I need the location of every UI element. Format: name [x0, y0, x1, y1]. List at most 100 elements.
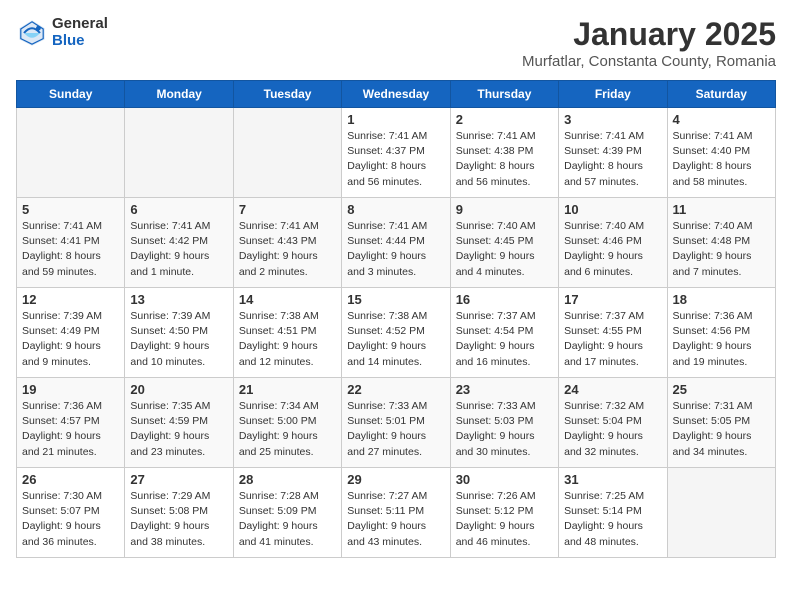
day-info: Sunrise: 7:29 AM Sunset: 5:08 PM Dayligh… [130, 489, 227, 550]
day-info: Sunrise: 7:35 AM Sunset: 4:59 PM Dayligh… [130, 399, 227, 460]
day-info: Sunrise: 7:41 AM Sunset: 4:41 PM Dayligh… [22, 219, 119, 280]
day-number: 29 [347, 472, 444, 487]
week-row-4: 19Sunrise: 7:36 AM Sunset: 4:57 PM Dayli… [17, 378, 776, 468]
calendar-cell: 7 Sunrise: 7:41 AM Sunset: 4:43 PM Daylig… [233, 198, 341, 288]
calendar-cell: 25Sunrise: 7:31 AM Sunset: 5:05 PM Dayli… [667, 378, 775, 468]
calendar-cell: 21Sunrise: 7:34 AM Sunset: 5:00 PM Dayli… [233, 378, 341, 468]
day-info: Sunrise: 7:28 AM Sunset: 5:09 PM Dayligh… [239, 489, 336, 550]
calendar-cell [233, 108, 341, 198]
logo-general: General [52, 16, 108, 33]
calendar-cell: 29 Sunrise: 7:27 AM Sunset: 5:11 PM Dayli… [342, 468, 450, 558]
day-number: 28 [239, 472, 336, 487]
day-number: 10 [564, 202, 661, 217]
calendar-cell: 28 Sunrise: 7:28 AM Sunset: 5:09 PM Dayli… [233, 468, 341, 558]
calendar-cell: 22Sunrise: 7:33 AM Sunset: 5:01 PM Dayli… [342, 378, 450, 468]
calendar-cell: 26 Sunrise: 7:30 AM Sunset: 5:07 PM Dayli… [17, 468, 125, 558]
day-info: Sunrise: 7:39 AM Sunset: 4:50 PM Dayligh… [130, 309, 227, 370]
calendar-cell: 16 Sunrise: 7:37 AM Sunset: 4:54 PM Dayli… [450, 288, 558, 378]
day-number: 16 [456, 292, 553, 307]
calendar-cell: 2 Sunrise: 7:41 AM Sunset: 4:38 PM Daylig… [450, 108, 558, 198]
calendar-cell: 23 Sunrise: 7:33 AM Sunset: 5:03 PM Dayli… [450, 378, 558, 468]
day-info: Sunrise: 7:37 AM Sunset: 4:55 PM Dayligh… [564, 309, 661, 370]
calendar-cell: 20 Sunrise: 7:35 AM Sunset: 4:59 PM Dayli… [125, 378, 233, 468]
day-info: Sunrise: 7:40 AM Sunset: 4:46 PM Dayligh… [564, 219, 661, 280]
page-header: General Blue January 2025 Murfatlar, Con… [16, 16, 776, 70]
day-info: Sunrise: 7:26 AM Sunset: 5:12 PM Dayligh… [456, 489, 553, 550]
week-row-2: 5Sunrise: 7:41 AM Sunset: 4:41 PM Daylig… [17, 198, 776, 288]
logo-text: General Blue [52, 16, 108, 49]
day-info: Sunrise: 7:27 AM Sunset: 5:11 PM Dayligh… [347, 489, 444, 550]
calendar-cell: 9Sunrise: 7:40 AM Sunset: 4:45 PM Daylig… [450, 198, 558, 288]
day-info: Sunrise: 7:30 AM Sunset: 5:07 PM Dayligh… [22, 489, 119, 550]
day-info: Sunrise: 7:36 AM Sunset: 4:57 PM Dayligh… [22, 399, 119, 460]
logo-icon [16, 17, 48, 49]
calendar-cell: 13 Sunrise: 7:39 AM Sunset: 4:50 PM Dayli… [125, 288, 233, 378]
week-row-5: 26 Sunrise: 7:30 AM Sunset: 5:07 PM Dayli… [17, 468, 776, 558]
day-number: 2 [456, 112, 553, 127]
day-header-monday: Monday [125, 81, 233, 108]
calendar-cell: 1Sunrise: 7:41 AM Sunset: 4:37 PM Daylig… [342, 108, 450, 198]
location: Murfatlar, Constanta County, Romania [522, 53, 776, 70]
day-number: 20 [130, 382, 227, 397]
day-info: Sunrise: 7:41 AM Sunset: 4:39 PM Dayligh… [564, 129, 661, 190]
calendar-cell: 30 Sunrise: 7:26 AM Sunset: 5:12 PM Dayli… [450, 468, 558, 558]
day-info: Sunrise: 7:40 AM Sunset: 4:45 PM Dayligh… [456, 219, 553, 280]
calendar-cell: 6 Sunrise: 7:41 AM Sunset: 4:42 PM Daylig… [125, 198, 233, 288]
title-block: January 2025 Murfatlar, Constanta County… [522, 16, 776, 70]
day-header-sunday: Sunday [17, 81, 125, 108]
calendar-table: SundayMondayTuesdayWednesdayThursdayFrid… [16, 80, 776, 558]
calendar-cell: 24Sunrise: 7:32 AM Sunset: 5:04 PM Dayli… [559, 378, 667, 468]
day-number: 31 [564, 472, 661, 487]
day-number: 26 [22, 472, 119, 487]
day-number: 27 [130, 472, 227, 487]
calendar-cell: 3Sunrise: 7:41 AM Sunset: 4:39 PM Daylig… [559, 108, 667, 198]
calendar-cell: 5Sunrise: 7:41 AM Sunset: 4:41 PM Daylig… [17, 198, 125, 288]
calendar-cell: 4 Sunrise: 7:41 AM Sunset: 4:40 PM Daylig… [667, 108, 775, 198]
day-info: Sunrise: 7:33 AM Sunset: 5:03 PM Dayligh… [456, 399, 553, 460]
day-number: 23 [456, 382, 553, 397]
day-number: 24 [564, 382, 661, 397]
calendar-cell: 12Sunrise: 7:39 AM Sunset: 4:49 PM Dayli… [17, 288, 125, 378]
day-number: 14 [239, 292, 336, 307]
calendar-cell: 19Sunrise: 7:36 AM Sunset: 4:57 PM Dayli… [17, 378, 125, 468]
day-number: 6 [130, 202, 227, 217]
day-info: Sunrise: 7:31 AM Sunset: 5:05 PM Dayligh… [673, 399, 770, 460]
calendar-cell: 27 Sunrise: 7:29 AM Sunset: 5:08 PM Dayli… [125, 468, 233, 558]
day-number: 13 [130, 292, 227, 307]
day-number: 11 [673, 202, 770, 217]
day-info: Sunrise: 7:40 AM Sunset: 4:48 PM Dayligh… [673, 219, 770, 280]
day-number: 17 [564, 292, 661, 307]
day-info: Sunrise: 7:36 AM Sunset: 4:56 PM Dayligh… [673, 309, 770, 370]
logo-blue: Blue [52, 33, 108, 50]
calendar-cell [125, 108, 233, 198]
day-info: Sunrise: 7:41 AM Sunset: 4:42 PM Dayligh… [130, 219, 227, 280]
day-number: 18 [673, 292, 770, 307]
day-number: 22 [347, 382, 444, 397]
day-header-saturday: Saturday [667, 81, 775, 108]
day-header-friday: Friday [559, 81, 667, 108]
day-number: 12 [22, 292, 119, 307]
day-number: 30 [456, 472, 553, 487]
day-info: Sunrise: 7:41 AM Sunset: 4:43 PM Dayligh… [239, 219, 336, 280]
day-number: 4 [673, 112, 770, 127]
day-number: 15 [347, 292, 444, 307]
month-title: January 2025 [522, 16, 776, 53]
day-info: Sunrise: 7:41 AM Sunset: 4:38 PM Dayligh… [456, 129, 553, 190]
calendar-cell: 18 Sunrise: 7:36 AM Sunset: 4:56 PM Dayli… [667, 288, 775, 378]
logo: General Blue [16, 16, 108, 49]
calendar-cell: 17 Sunrise: 7:37 AM Sunset: 4:55 PM Dayli… [559, 288, 667, 378]
day-info: Sunrise: 7:41 AM Sunset: 4:40 PM Dayligh… [673, 129, 770, 190]
day-header-wednesday: Wednesday [342, 81, 450, 108]
days-header-row: SundayMondayTuesdayWednesdayThursdayFrid… [17, 81, 776, 108]
week-row-3: 12Sunrise: 7:39 AM Sunset: 4:49 PM Dayli… [17, 288, 776, 378]
day-number: 1 [347, 112, 444, 127]
calendar-cell [667, 468, 775, 558]
day-info: Sunrise: 7:38 AM Sunset: 4:51 PM Dayligh… [239, 309, 336, 370]
calendar-cell [17, 108, 125, 198]
day-info: Sunrise: 7:34 AM Sunset: 5:00 PM Dayligh… [239, 399, 336, 460]
day-number: 7 [239, 202, 336, 217]
day-info: Sunrise: 7:38 AM Sunset: 4:52 PM Dayligh… [347, 309, 444, 370]
day-info: Sunrise: 7:37 AM Sunset: 4:54 PM Dayligh… [456, 309, 553, 370]
day-header-thursday: Thursday [450, 81, 558, 108]
calendar-cell: 31Sunrise: 7:25 AM Sunset: 5:14 PM Dayli… [559, 468, 667, 558]
